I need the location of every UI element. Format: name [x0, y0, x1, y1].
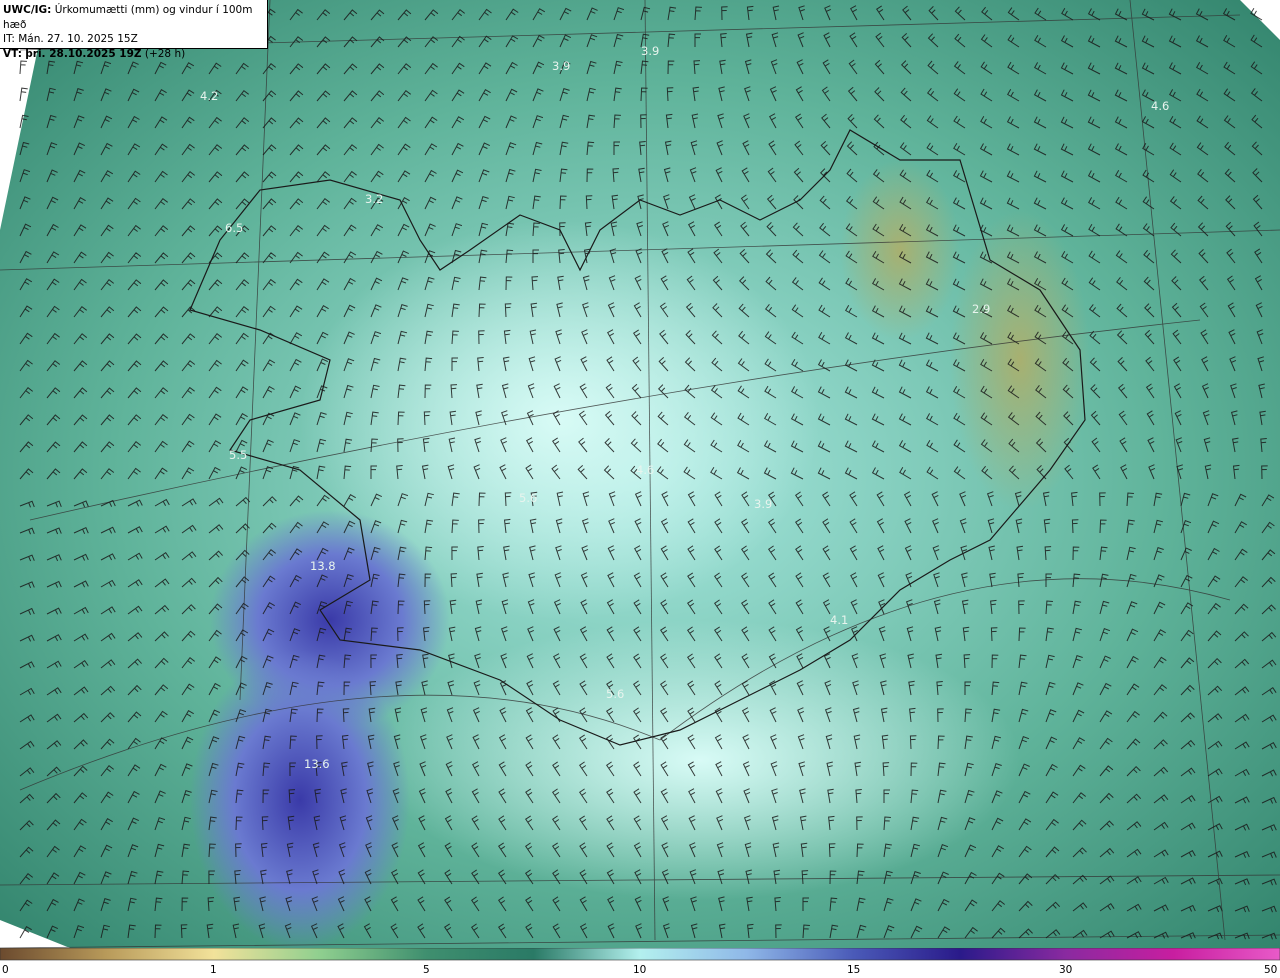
- colorbar-legend: 0 1 5 10 15 30 50: [0, 948, 1280, 978]
- colorbar-tick-label: 30: [1059, 964, 1073, 976]
- title-line: UWC/IG: Úrkomumætti (mm) og vindur í 100…: [3, 3, 267, 32]
- valid-prefix: VT:: [3, 47, 22, 60]
- valid-time-line: VT: þri. 28.10.2025 19Z (+28 h): [3, 47, 267, 62]
- colorbar-tick-label: 5: [423, 964, 430, 976]
- label-value: 2.9: [972, 302, 990, 316]
- valid-offset: (+28 h): [144, 47, 186, 60]
- label-value: 5.5: [229, 448, 247, 462]
- init-time-line: IT: Mán. 27. 10. 2025 15Z: [3, 32, 267, 47]
- light-area-south: [380, 620, 1020, 900]
- colorbar-tick-label: 15: [847, 964, 861, 976]
- precip-max-area-2: [190, 650, 410, 948]
- colorbar-scale: [0, 948, 1280, 961]
- colorbar-tick-label: 0: [2, 964, 9, 976]
- label-value: 3.2: [365, 192, 383, 206]
- label-value: 3.9: [754, 497, 772, 511]
- forecast-map: 4.2 3.9 3.9 4.6 3.2 6.5 2.9 4.6 5.6 5.5 …: [0, 0, 1280, 948]
- label-value: 6.5: [225, 221, 243, 235]
- map-canvas: 4.2 3.9 3.9 4.6 3.2 6.5 2.9 4.6 5.6 5.5 …: [0, 0, 1280, 948]
- colorbar-tick-label: 50: [1264, 964, 1278, 976]
- map-title-box: UWC/IG: Úrkomumætti (mm) og vindur í 100…: [0, 0, 268, 60]
- label-value: 4.1: [830, 613, 848, 627]
- label-value: 5.6: [606, 687, 624, 701]
- label-value: 5.6: [519, 491, 537, 505]
- label-value: 13.6: [304, 757, 330, 771]
- init-prefix: IT:: [3, 33, 15, 45]
- valid-time: þri. 28.10.2025 19Z: [25, 47, 142, 60]
- label-value: 3.9: [552, 59, 570, 73]
- model-name: UWC/IG:: [3, 4, 52, 16]
- label-value: 3.9: [641, 44, 659, 58]
- colorbar-tick-label: 1: [210, 964, 217, 976]
- label-value: 4.6: [1151, 99, 1169, 113]
- highland-northeast: [840, 160, 960, 340]
- label-value: 4.6: [636, 463, 654, 477]
- colorbar-tick-label: 10: [633, 964, 647, 976]
- label-value: 13.8: [310, 559, 336, 573]
- label-value: 4.2: [200, 89, 218, 103]
- init-time: Mán. 27. 10. 2025 15Z: [18, 33, 138, 45]
